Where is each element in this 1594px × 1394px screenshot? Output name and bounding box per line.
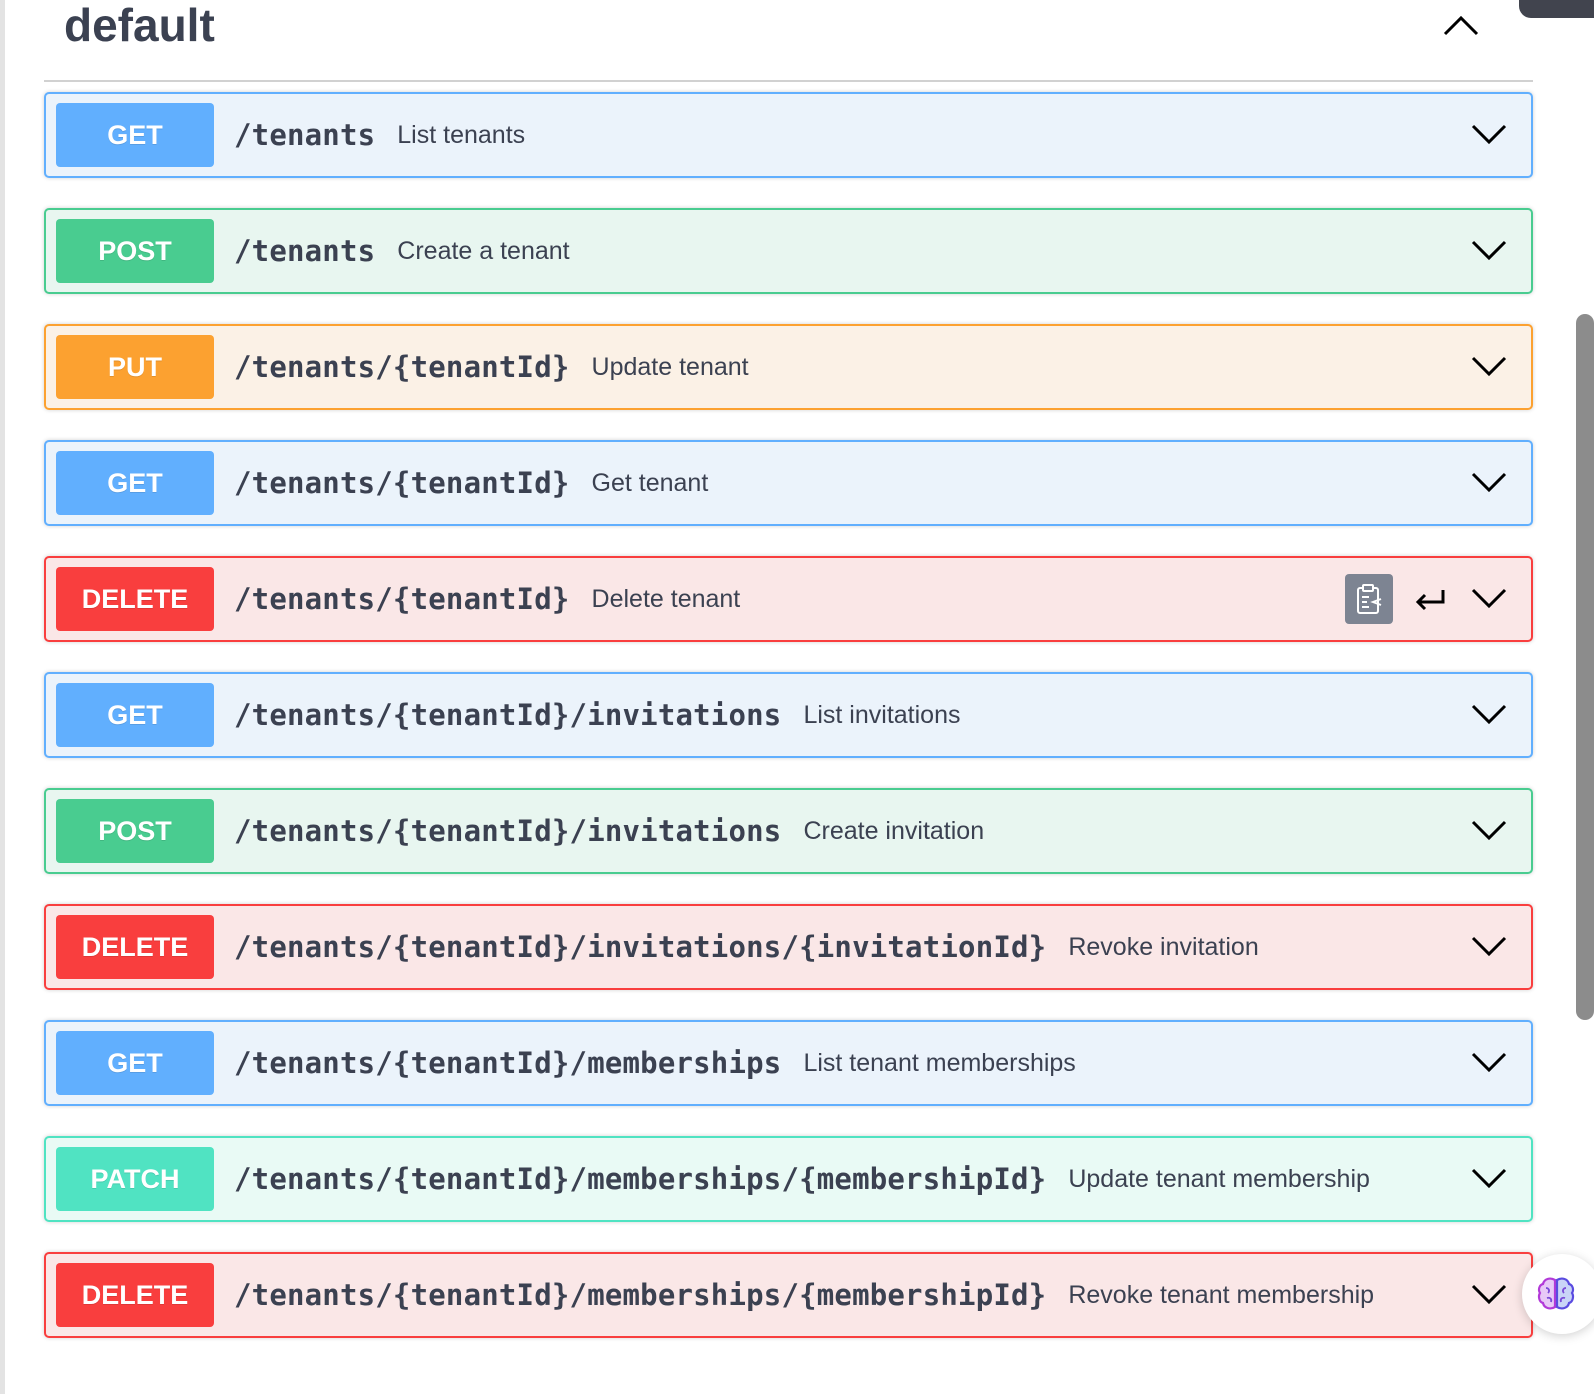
operation-path: /tenants/{tenantId}/memberships bbox=[234, 1046, 782, 1080]
operation-summary-line: /tenants/{tenantId}/memberships/{members… bbox=[234, 1254, 1374, 1336]
operation-summary: Revoke tenant membership bbox=[1068, 1280, 1375, 1309]
operation-put-tenant[interactable]: PUT /tenants/{tenantId} Update tenant bbox=[44, 324, 1533, 410]
operation-get-tenants[interactable]: GET /tenants List tenants bbox=[44, 92, 1533, 178]
operation-summary: Update tenant membership bbox=[1068, 1164, 1370, 1193]
operation-path: /tenants bbox=[234, 234, 376, 268]
method-badge: PATCH bbox=[56, 1147, 214, 1211]
operation-path: /tenants/{tenantId}/memberships/{members… bbox=[234, 1278, 1047, 1312]
method-badge: GET bbox=[56, 683, 214, 747]
operation-summary: Create a tenant bbox=[397, 236, 570, 265]
method-badge: DELETE bbox=[56, 915, 214, 979]
operation-delete-tenant[interactable]: DELETE /tenants/{tenantId} Delete tenant bbox=[44, 556, 1533, 642]
chevron-down-icon[interactable] bbox=[1469, 698, 1509, 730]
operation-path: /tenants/{tenantId}/invitations bbox=[234, 698, 782, 732]
operation-summary-line: /tenants/{tenantId}/memberships/{members… bbox=[234, 1138, 1370, 1220]
chevron-down-icon[interactable] bbox=[1469, 930, 1509, 962]
method-badge: GET bbox=[56, 451, 214, 515]
assistant-button[interactable] bbox=[1522, 1254, 1594, 1334]
swagger-page: default GET /tenants List tenants POST /… bbox=[0, 0, 1594, 1394]
operation-path: /tenants/{tenantId} bbox=[234, 350, 570, 384]
tag-section-header[interactable]: default bbox=[44, 0, 1533, 82]
operation-summary: List tenants bbox=[397, 120, 526, 149]
method-badge: GET bbox=[56, 103, 214, 167]
operation-summary: Get tenant bbox=[591, 468, 709, 497]
operation-path: /tenants/{tenantId} bbox=[234, 582, 570, 616]
operation-path: /tenants/{tenantId}/invitations bbox=[234, 814, 782, 848]
chevron-down-icon[interactable] bbox=[1469, 234, 1509, 266]
operation-path: /tenants bbox=[234, 118, 376, 152]
operation-get-tenant[interactable]: GET /tenants/{tenantId} Get tenant bbox=[44, 440, 1533, 526]
method-badge: PUT bbox=[56, 335, 214, 399]
operation-summary: List tenant memberships bbox=[803, 1048, 1076, 1077]
operation-summary-line: /tenants/{tenantId}/invitations List inv… bbox=[234, 674, 960, 756]
left-border bbox=[0, 0, 5, 1394]
operation-path: /tenants/{tenantId} bbox=[234, 466, 570, 500]
operation-summary: List invitations bbox=[803, 700, 961, 729]
method-badge: POST bbox=[56, 219, 214, 283]
chevron-up-icon[interactable] bbox=[1439, 6, 1483, 42]
chevron-down-icon[interactable] bbox=[1469, 814, 1509, 846]
operation-summary-line: /tenants/{tenantId}/invitations Create i… bbox=[234, 790, 984, 872]
operation-list-memberships[interactable]: GET /tenants/{tenantId}/memberships List… bbox=[44, 1020, 1533, 1106]
operation-summary: Delete tenant bbox=[591, 584, 741, 613]
chevron-down-icon[interactable] bbox=[1469, 1162, 1509, 1194]
operation-revoke-membership[interactable]: DELETE /tenants/{tenantId}/memberships/{… bbox=[44, 1252, 1533, 1338]
operation-summary-line: /tenants/{tenantId}/invitations/{invitat… bbox=[234, 906, 1259, 988]
chevron-down-icon[interactable] bbox=[1469, 118, 1509, 150]
operation-summary-line: /tenants/{tenantId} Get tenant bbox=[234, 442, 708, 524]
clipboard-copy-icon[interactable] bbox=[1345, 574, 1393, 624]
chevron-down-icon[interactable] bbox=[1469, 1278, 1509, 1310]
operation-summary-line: /tenants List tenants bbox=[234, 94, 525, 176]
operation-summary: Create invitation bbox=[803, 816, 985, 845]
method-badge: GET bbox=[56, 1031, 214, 1095]
operation-list-invitations[interactable]: GET /tenants/{tenantId}/invitations List… bbox=[44, 672, 1533, 758]
operation-path: /tenants/{tenantId}/memberships/{members… bbox=[234, 1162, 1047, 1196]
tag-title: default bbox=[64, 0, 215, 51]
operation-summary-line: /tenants Create a tenant bbox=[234, 210, 570, 292]
method-badge: POST bbox=[56, 799, 214, 863]
enter-return-icon[interactable] bbox=[1413, 586, 1447, 614]
operation-summary: Update tenant bbox=[591, 352, 749, 381]
operation-path: /tenants/{tenantId}/invitations/{invitat… bbox=[234, 930, 1047, 964]
operation-post-tenants[interactable]: POST /tenants Create a tenant bbox=[44, 208, 1533, 294]
chevron-down-icon[interactable] bbox=[1469, 466, 1509, 498]
operation-summary-line: /tenants/{tenantId}/memberships List ten… bbox=[234, 1022, 1076, 1104]
operation-summary: Revoke invitation bbox=[1068, 932, 1259, 961]
chevron-down-icon[interactable] bbox=[1469, 1046, 1509, 1078]
method-badge: DELETE bbox=[56, 1263, 214, 1327]
scrollbar-thumb[interactable] bbox=[1576, 314, 1594, 1020]
method-badge: DELETE bbox=[56, 567, 214, 631]
brain-icon bbox=[1537, 1277, 1575, 1310]
chevron-down-icon[interactable] bbox=[1469, 582, 1509, 614]
chevron-down-icon[interactable] bbox=[1469, 350, 1509, 382]
operation-update-membership[interactable]: PATCH /tenants/{tenantId}/memberships/{m… bbox=[44, 1136, 1533, 1222]
operation-create-invitation[interactable]: POST /tenants/{tenantId}/invitations Cre… bbox=[44, 788, 1533, 874]
operation-summary-line: /tenants/{tenantId} Update tenant bbox=[234, 326, 749, 408]
operation-list: GET /tenants List tenants POST /tenants … bbox=[44, 92, 1533, 1368]
operation-revoke-invitation[interactable]: DELETE /tenants/{tenantId}/invitations/{… bbox=[44, 904, 1533, 990]
operation-summary-line: /tenants/{tenantId} Delete tenant bbox=[234, 558, 740, 640]
